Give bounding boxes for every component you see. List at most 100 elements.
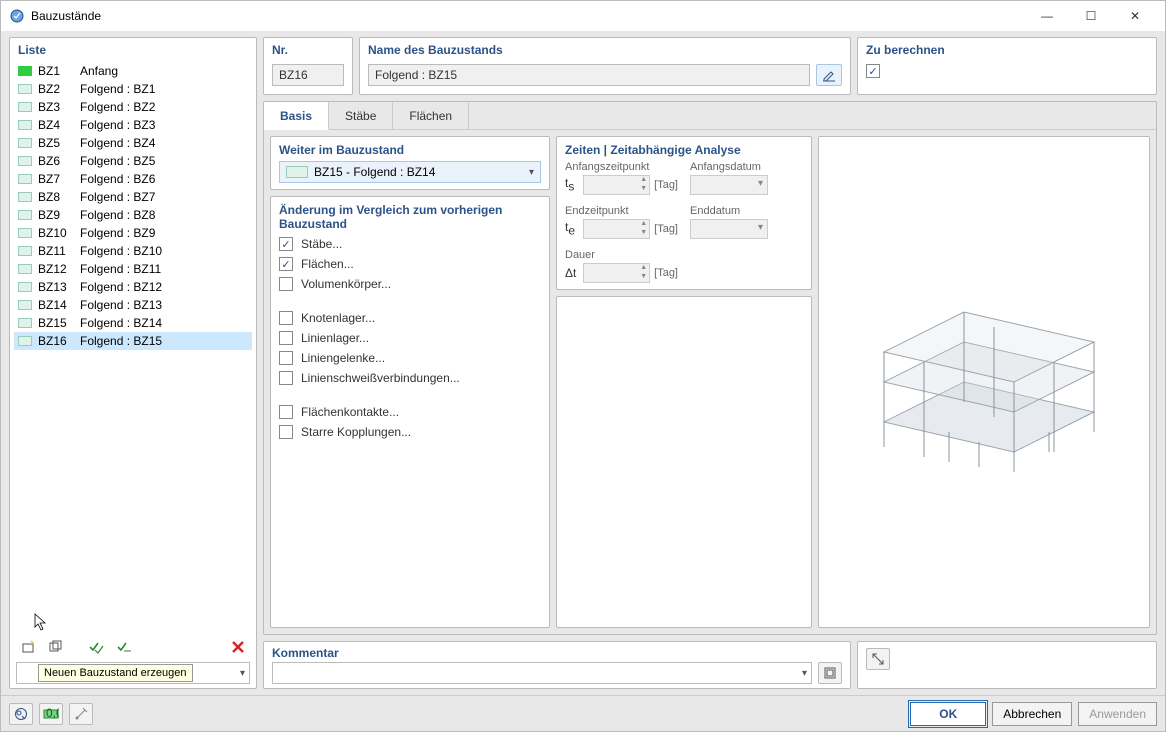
preview-expand-button[interactable] (866, 648, 890, 670)
list-item[interactable]: BZ3 Folgend : BZ2 (14, 98, 252, 116)
uncheck-all-button[interactable] (112, 636, 136, 658)
calc-checkbox[interactable] (866, 64, 880, 78)
change-option[interactable]: Flächen... (279, 257, 541, 271)
close-button[interactable]: ✕ (1113, 1, 1157, 31)
end-time-input[interactable] (583, 219, 650, 239)
list-item[interactable]: BZ1 Anfang (14, 62, 252, 80)
change-label: Linienlager... (301, 331, 369, 345)
change-option[interactable]: Linienlager... (279, 331, 541, 345)
state-swatch-icon (18, 66, 32, 76)
change-label: Starre Kopplungen... (301, 425, 411, 439)
checkbox[interactable] (279, 425, 293, 439)
cancel-button[interactable]: Abbrechen (992, 702, 1072, 726)
duration-input[interactable] (583, 263, 650, 283)
window-title: Bauzustände (31, 9, 1025, 23)
state-list[interactable]: BZ1 Anfang BZ2 Folgend : BZ1 BZ3 Folgend… (10, 60, 256, 630)
state-code: BZ4 (38, 118, 74, 132)
tab-basis[interactable]: Basis (264, 102, 329, 130)
tab-flaechen[interactable]: Flächen (393, 102, 469, 129)
checkbox[interactable] (279, 237, 293, 251)
app-icon (9, 8, 25, 24)
checkbox[interactable] (279, 371, 293, 385)
state-name: Folgend : BZ10 (80, 244, 248, 258)
help-button[interactable] (9, 703, 33, 725)
change-option[interactable]: Stäbe... (279, 237, 541, 251)
new-state-button[interactable] (16, 636, 40, 658)
state-name: Folgend : BZ5 (80, 154, 248, 168)
copy-state-button[interactable] (44, 636, 68, 658)
tooltip: Neuen Bauzustand erzeugen (38, 664, 193, 682)
calc-panel: Zu berechnen (857, 37, 1157, 95)
change-option[interactable]: Liniengelenke... (279, 351, 541, 365)
check-all-button[interactable] (84, 636, 108, 658)
start-date-input[interactable] (690, 175, 768, 195)
continue-section: Weiter im Bauzustand BZ15 - Folgend : BZ… (270, 136, 550, 190)
comment-panel: Kommentar ▾ (263, 641, 851, 689)
state-name: Folgend : BZ12 (80, 280, 248, 294)
model-preview[interactable] (818, 136, 1150, 628)
change-label: Flächen... (301, 257, 354, 271)
end-date-label: Enddatum (690, 205, 803, 217)
number-field[interactable]: BZ16 (272, 64, 344, 86)
tab-staebe[interactable]: Stäbe (329, 102, 393, 129)
name-field[interactable]: Folgend : BZ15 (368, 64, 810, 86)
preview-tools (857, 641, 1157, 689)
state-code: BZ11 (38, 244, 74, 258)
change-option[interactable]: Starre Kopplungen... (279, 425, 541, 439)
list-item[interactable]: BZ11 Folgend : BZ10 (14, 242, 252, 260)
state-name: Folgend : BZ15 (80, 334, 248, 348)
checkbox[interactable] (279, 257, 293, 271)
state-code: BZ14 (38, 298, 74, 312)
state-swatch-icon (18, 228, 32, 238)
end-date-input[interactable] (690, 219, 768, 239)
checkbox[interactable] (279, 405, 293, 419)
dt-symbol: Δt (565, 266, 579, 280)
maximize-button[interactable]: ☐ (1069, 1, 1113, 31)
change-label: Flächenkontakte... (301, 405, 399, 419)
te-symbol: te (565, 220, 579, 237)
list-item[interactable]: BZ10 Folgend : BZ9 (14, 224, 252, 242)
units-button[interactable]: 0,00 (39, 703, 63, 725)
list-item[interactable]: BZ6 Folgend : BZ5 (14, 152, 252, 170)
start-time-input[interactable] (583, 175, 650, 195)
state-swatch-icon (18, 282, 32, 292)
change-option[interactable]: Volumenkörper... (279, 277, 541, 291)
change-option[interactable]: Knotenlager... (279, 311, 541, 325)
edit-name-button[interactable] (816, 64, 842, 86)
list-item[interactable]: BZ13 Folgend : BZ12 (14, 278, 252, 296)
state-code: BZ13 (38, 280, 74, 294)
list-item[interactable]: BZ16 Folgend : BZ15 (14, 332, 252, 350)
list-item[interactable]: BZ2 Folgend : BZ1 (14, 80, 252, 98)
continue-combo[interactable]: BZ15 - Folgend : BZ14 ▾ (279, 161, 541, 183)
list-item[interactable]: BZ14 Folgend : BZ13 (14, 296, 252, 314)
checkbox[interactable] (279, 351, 293, 365)
apply-button[interactable]: Anwenden (1078, 702, 1157, 726)
list-item[interactable]: BZ9 Folgend : BZ8 (14, 206, 252, 224)
comment-input[interactable]: ▾ (272, 662, 812, 684)
name-label: Name des Bauzustands (360, 38, 850, 60)
list-item[interactable]: BZ15 Folgend : BZ14 (14, 314, 252, 332)
list-item[interactable]: BZ8 Folgend : BZ7 (14, 188, 252, 206)
list-item[interactable]: BZ5 Folgend : BZ4 (14, 134, 252, 152)
dialog-footer: 0,00 OK Abbrechen Anwenden (1, 695, 1165, 731)
list-item[interactable]: BZ7 Folgend : BZ6 (14, 170, 252, 188)
checkbox[interactable] (279, 277, 293, 291)
comment-library-button[interactable] (818, 662, 842, 684)
list-item[interactable]: BZ12 Folgend : BZ11 (14, 260, 252, 278)
minimize-button[interactable]: — (1025, 1, 1069, 31)
checkbox[interactable] (279, 311, 293, 325)
state-swatch-icon (18, 246, 32, 256)
change-option[interactable]: Flächenkontakte... (279, 405, 541, 419)
checkbox[interactable] (279, 331, 293, 345)
times-label: Zeiten | Zeitabhängige Analyse (565, 143, 803, 157)
change-option[interactable]: Linienschweißverbindungen... (279, 371, 541, 385)
list-item[interactable]: BZ4 Folgend : BZ3 (14, 116, 252, 134)
state-name: Folgend : BZ6 (80, 172, 248, 186)
number-panel: Nr. BZ16 (263, 37, 353, 95)
ok-button[interactable]: OK (910, 702, 986, 726)
delete-state-button[interactable] (226, 636, 250, 658)
settings-button[interactable] (69, 703, 93, 725)
state-code: BZ10 (38, 226, 74, 240)
svg-text:0,00: 0,00 (46, 707, 59, 720)
state-code: BZ1 (38, 64, 74, 78)
